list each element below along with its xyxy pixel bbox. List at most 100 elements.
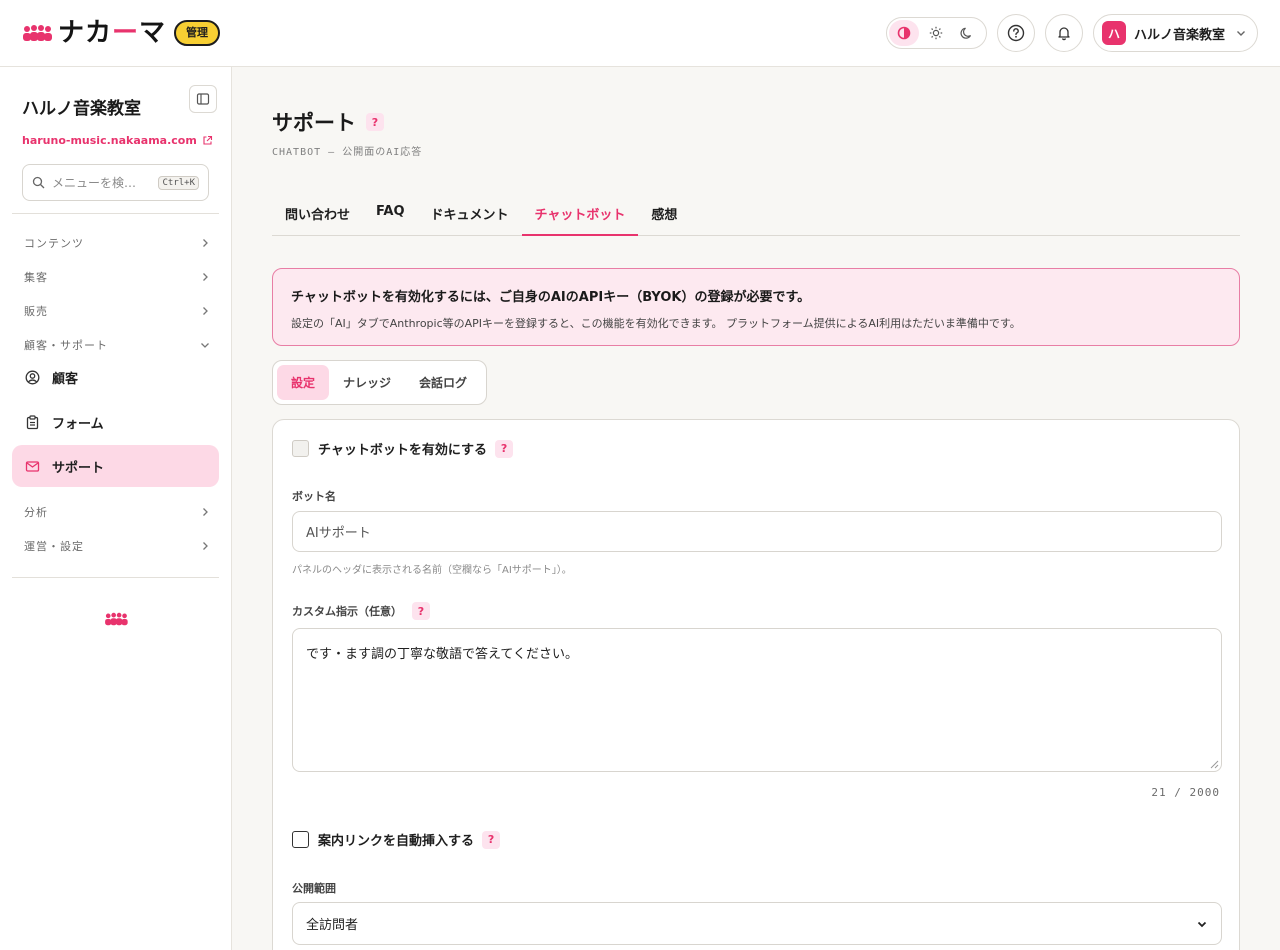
sidebar-title: ハルノ音楽教室 <box>22 99 141 119</box>
scope-select[interactable]: 全訪問者 <box>292 902 1222 945</box>
sidebar-toggle-icon <box>196 93 210 105</box>
section-label: 集客 <box>24 271 48 284</box>
theme-auto-button[interactable] <box>889 20 919 46</box>
contrast-icon <box>897 26 911 40</box>
chevron-right-icon <box>203 508 208 516</box>
chevron-right-icon <box>203 307 208 315</box>
org-avatar: ハ <box>1102 21 1126 45</box>
enable-chatbot-label: チャットボットを有効にする <box>318 443 488 458</box>
tab-faq[interactable]: FAQ <box>363 195 418 236</box>
custom-instructions-value: です・ます調の丁寧な敬語で答えてください。 <box>306 647 578 662</box>
tab-documents[interactable]: ドキュメント <box>418 195 522 236</box>
bot-name-input[interactable]: AIサポート <box>292 511 1222 552</box>
theme-dark-button[interactable] <box>952 20 982 46</box>
subtab-knowledge[interactable]: ナレッジ <box>329 365 405 400</box>
resize-grip-icon[interactable] <box>1210 760 1219 769</box>
character-counter: 21 / 2000 <box>1151 786 1220 799</box>
sidebar-item-label: サポート <box>52 460 105 476</box>
tab-inquiries[interactable]: 問い合わせ <box>272 195 363 236</box>
chevron-right-icon <box>203 239 208 247</box>
tab-feedback[interactable]: 感想 <box>638 195 690 236</box>
scope-label: 公開範囲 <box>292 880 336 896</box>
page-subtitle: CHATBOT — 公開面のAI応答 <box>272 147 423 158</box>
help-icon[interactable]: ? <box>366 113 384 131</box>
theme-light-button[interactable] <box>921 20 951 46</box>
byok-alert: チャットボットを有効化するには、ご自身のAIのAPIキー（BYOK）の登録が必要… <box>272 268 1240 346</box>
site-link[interactable]: haruno-music.nakaama.com <box>22 134 213 147</box>
chevron-down-icon <box>1237 31 1245 36</box>
sidebar-item-label: 顧客 <box>52 371 79 387</box>
org-switcher[interactable]: ハ ハルノ音楽教室 <box>1093 14 1258 52</box>
help-icon[interactable]: ? <box>412 602 430 620</box>
sidebar-section-analytics[interactable]: 分析 <box>24 504 210 520</box>
bot-name-placeholder: AIサポート <box>306 526 371 541</box>
search-shortcut: Ctrl+K <box>158 175 199 190</box>
page-title-text: サポート <box>272 111 356 135</box>
notifications-button[interactable] <box>1045 14 1083 52</box>
auto-link-row: 案内リンクを自動挿入する ? <box>292 830 501 849</box>
section-label: 販売 <box>24 305 48 318</box>
sidebar-section-sales[interactable]: 販売 <box>24 303 210 319</box>
sidebar-item-customers[interactable]: 顧客 <box>12 356 219 398</box>
sidebar-item-forms[interactable]: フォーム <box>12 401 219 443</box>
section-label: 分析 <box>24 506 48 519</box>
enable-chatbot-checkbox[interactable] <box>292 440 309 457</box>
auto-link-checkbox[interactable] <box>292 831 309 848</box>
brand-logo[interactable]: ナカーマ 管理 <box>22 18 221 48</box>
user-circle-icon <box>25 370 40 384</box>
sidebar-divider <box>12 213 219 214</box>
scope-label-text: 公開範囲 <box>292 882 336 895</box>
sidebar-section-customer-support[interactable]: 顧客・サポート <box>24 337 210 353</box>
sidebar: ハルノ音楽教室 haruno-music.nakaama.com メニューを検…… <box>0 67 232 950</box>
bot-name-hint: パネルのヘッダに表示される名前（空欄なら「AIサポート」）。 <box>292 565 572 576</box>
bot-name-label: ボット名 <box>292 488 336 504</box>
section-label: 顧客・サポート <box>24 339 108 352</box>
subtab-settings[interactable]: 設定 <box>277 365 330 400</box>
custom-instructions-label: カスタム指示（任意） ? <box>292 602 430 620</box>
admin-badge: 管理 <box>174 20 221 46</box>
clipboard-icon <box>26 414 39 429</box>
enable-chatbot-row: チャットボットを有効にする ? <box>292 439 514 458</box>
theme-switch <box>886 17 987 49</box>
sidebar-collapse-button[interactable] <box>189 85 217 113</box>
sidebar-item-support[interactable]: サポート <box>12 445 219 487</box>
page-title: サポート ? <box>272 107 384 137</box>
people-logo-icon <box>105 612 128 626</box>
help-button[interactable] <box>997 14 1035 52</box>
mail-icon <box>25 460 40 472</box>
section-label: 運営・設定 <box>24 540 84 553</box>
chevron-right-icon <box>203 542 208 550</box>
main-tabs: 問い合わせ FAQ ドキュメント チャットボット 感想 <box>272 195 1240 236</box>
top-header: ナカーマ 管理 ハ ハルノ音楽教室 <box>0 0 1280 67</box>
bot-name-label-text: ボット名 <box>292 490 336 503</box>
alert-body: 設定の「AI」タブでAnthropic等のAPIキーを登録すると、この機能を有効… <box>291 317 1021 330</box>
search-icon <box>32 176 45 189</box>
sidebar-section-marketing[interactable]: 集客 <box>24 269 210 285</box>
section-label: コンテンツ <box>24 237 84 250</box>
settings-card: チャットボットを有効にする ? ボット名 AIサポート パネルのヘッダに表示され… <box>272 419 1240 950</box>
chevron-right-icon <box>203 273 208 281</box>
main-content: サポート ? CHATBOT — 公開面のAI応答 問い合わせ FAQ ドキュメ… <box>232 67 1280 950</box>
chevron-down-icon <box>1197 921 1207 927</box>
sidebar-section-operations[interactable]: 運営・設定 <box>24 538 210 554</box>
chatbot-subtabs: 設定 ナレッジ 会話ログ <box>272 360 487 405</box>
site-link-text: haruno-music.nakaama.com <box>22 134 197 147</box>
sidebar-item-label: フォーム <box>52 416 104 432</box>
subtab-conversation-log[interactable]: 会話ログ <box>405 365 481 400</box>
chevron-down-icon <box>201 343 209 348</box>
external-link-icon <box>203 135 212 145</box>
moon-icon <box>960 27 972 39</box>
org-name: ハルノ音楽教室 <box>1134 27 1226 43</box>
sidebar-section-contents[interactable]: コンテンツ <box>24 235 210 251</box>
help-icon[interactable]: ? <box>495 439 514 458</box>
bell-icon <box>1058 27 1070 41</box>
auto-link-label: 案内リンクを自動挿入する <box>318 834 475 849</box>
brand-name: ナカーマ <box>58 18 167 48</box>
tab-chatbot[interactable]: チャットボット <box>521 195 639 236</box>
menu-search-input[interactable]: メニューを検… Ctrl+K <box>22 164 209 201</box>
help-circle-icon <box>1007 24 1025 42</box>
help-icon[interactable]: ? <box>482 830 501 849</box>
sun-icon <box>929 26 942 40</box>
alert-title: チャットボットを有効化するには、ご自身のAIのAPIキー（BYOK）の登録が必要… <box>291 290 811 305</box>
custom-instructions-textarea[interactable]: です・ます調の丁寧な敬語で答えてください。 <box>292 628 1222 772</box>
